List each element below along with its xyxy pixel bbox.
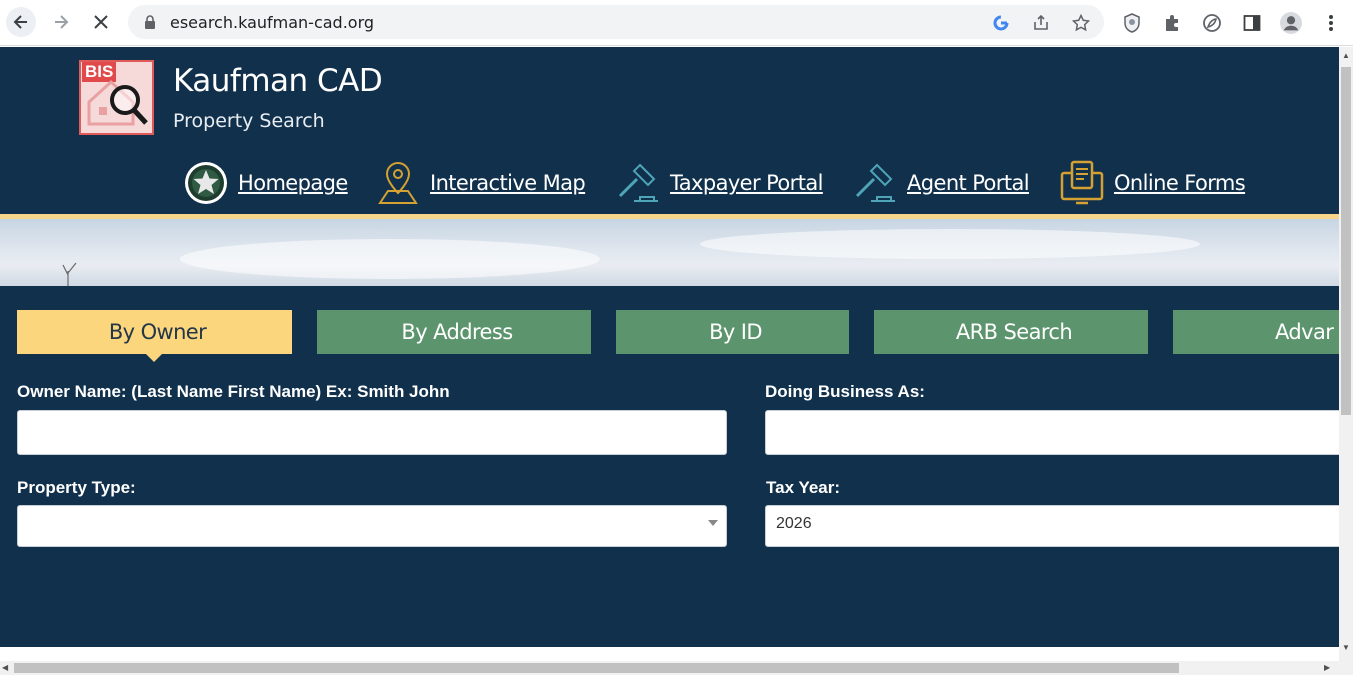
nav-agent-portal[interactable]: Agent Portal [851,159,1030,207]
gavel-icon [851,159,899,207]
tab-by-id[interactable]: By ID [616,310,849,354]
stop-loading-icon [94,15,108,29]
site-title: Kaufman CAD [173,63,383,99]
puzzle-icon[interactable] [1161,12,1183,34]
page-viewport: BIS Kaufman CAD Property Search Homepage… [0,47,1339,647]
forward-button[interactable] [46,7,76,37]
dba-label: Doing Business As: [765,382,925,401]
tab-advanced[interactable]: Advar [1173,310,1339,354]
chevron-down-icon [708,520,718,526]
scroll-up-icon[interactable]: ▲ [1342,51,1350,60]
tab-arb-search-label: ARB Search [955,320,1073,344]
back-button[interactable] [6,7,36,37]
nav-homepage-label: Homepage [238,171,348,195]
url-text: esearch.kaufman-cad.org [170,13,375,32]
vertical-scrollbar[interactable]: ▲ ▼ [1339,47,1353,661]
profile-icon[interactable] [1280,12,1302,34]
nav-interactive-map-label: Interactive Map [430,171,586,195]
scroll-down-icon[interactable]: ▼ [1342,643,1350,652]
tax-year-label: Tax Year: [766,478,841,497]
google-icon[interactable] [992,14,1010,32]
lock-icon [145,15,155,29]
tab-advanced-label: Advar [1275,320,1334,344]
dba-input[interactable] [765,410,1339,455]
tab-arb-search[interactable]: ARB Search [874,310,1148,354]
site-subtitle: Property Search [173,110,325,132]
tab-by-address[interactable]: By Address [317,310,591,354]
tab-by-owner-label: By Owner [108,320,207,344]
map-pin-icon [374,159,422,207]
forms-monitor-icon [1058,159,1106,207]
nav-taxpayer-portal-label: Taxpayer Portal [670,171,823,195]
nav-taxpayer-portal[interactable]: Taxpayer Portal [614,159,823,207]
tax-year-value: 2026 [776,515,812,532]
browser-toolbar: esearch.kaufman-cad.org [0,0,1353,46]
owner-name-label: Owner Name: (Last Name First Name) Ex: S… [17,382,450,401]
nav-online-forms-label: Online Forms [1114,171,1246,195]
active-tab-pointer [146,354,162,362]
address-bar[interactable]: esearch.kaufman-cad.org [128,5,1104,39]
nav-homepage[interactable]: Homepage [182,159,348,207]
forward-icon [55,15,69,29]
property-type-select[interactable] [17,505,727,547]
nav-interactive-map[interactable]: Interactive Map [374,159,586,207]
tax-year-input[interactable]: 2026 [765,505,1339,547]
share-icon[interactable] [1032,14,1050,32]
star-icon[interactable] [1072,14,1090,32]
site-logo[interactable]: BIS [79,60,154,135]
tab-by-address-label: By Address [401,320,513,344]
back-icon [13,15,27,29]
nav-agent-portal-label: Agent Portal [907,171,1030,195]
menu-icon[interactable] [1320,12,1342,34]
vertical-scroll-thumb[interactable] [1341,67,1351,415]
gavel-icon [614,159,662,207]
nav-online-forms[interactable]: Online Forms [1058,159,1246,207]
stop-loading-button[interactable] [86,7,116,37]
scroll-left-icon[interactable]: ◀ [2,663,8,672]
side-panel-icon[interactable] [1241,12,1263,34]
tab-by-id-label: By ID [709,320,762,344]
owner-name-input[interactable] [17,410,727,455]
house-search-icon [87,79,148,126]
sky-banner [0,219,1339,286]
tab-by-owner[interactable]: By Owner [17,310,292,354]
star-seal-icon [182,159,230,207]
shield-extension-icon[interactable] [1121,12,1143,34]
scroll-right-icon[interactable]: ▶ [1324,663,1330,672]
horizontal-scrollbar[interactable]: ◀ ▶ [0,661,1353,675]
horizontal-scroll-thumb[interactable] [14,663,1179,673]
leaf-icon[interactable] [1201,12,1223,34]
property-type-label: Property Type: [17,478,136,497]
